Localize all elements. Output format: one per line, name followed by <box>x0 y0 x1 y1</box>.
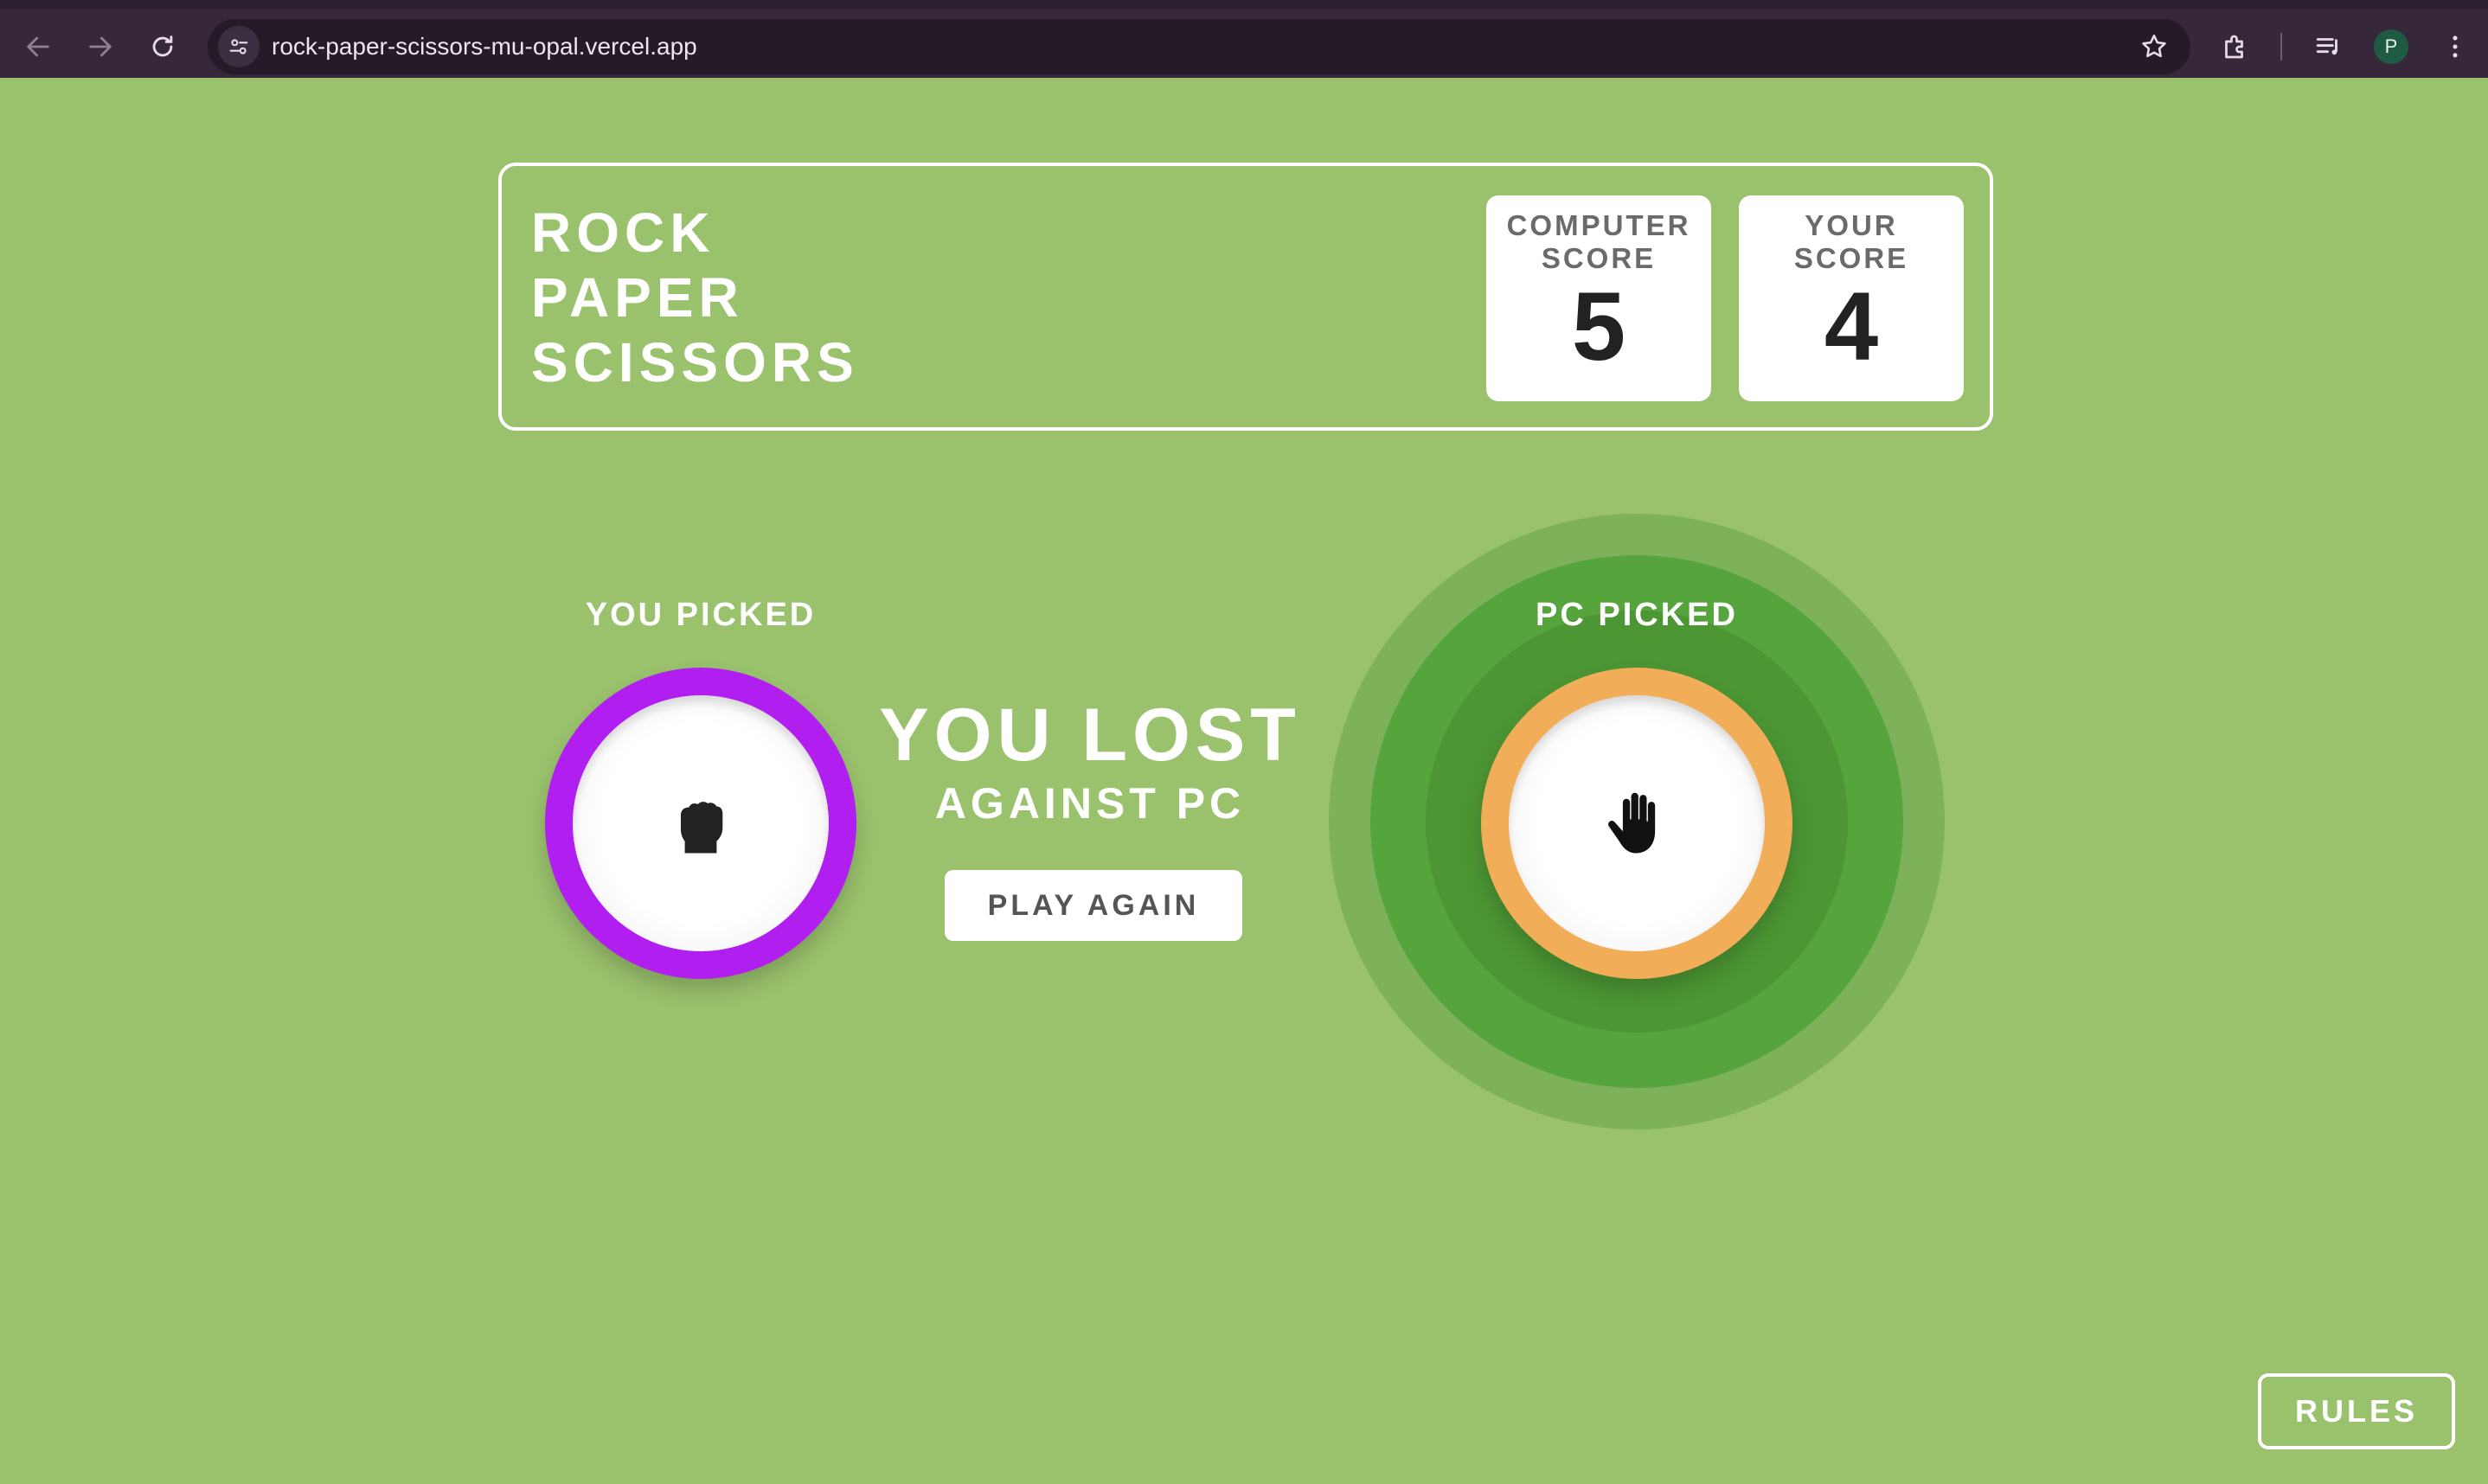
fist-icon <box>681 802 723 854</box>
reload-button[interactable] <box>140 24 185 69</box>
rules-button[interactable]: RULES <box>2258 1373 2455 1449</box>
your-score-value: 4 <box>1824 272 1879 381</box>
hand-icon <box>1608 792 1656 854</box>
forward-button[interactable] <box>78 24 123 69</box>
site-info-icon <box>229 39 248 54</box>
computer-score-value: 5 <box>1571 272 1626 381</box>
you-choice-token-rock <box>545 668 856 979</box>
title-line: PAPER <box>531 266 744 329</box>
media-control-button[interactable] <box>2310 28 2348 66</box>
your-score-box: YOUR SCORE 4 <box>1739 195 1964 401</box>
score-label-line: SCORE <box>1793 242 1909 274</box>
game-title: ROCK PAPER SCISSORS <box>531 201 859 395</box>
result-title: YOU LOST <box>879 694 1301 777</box>
extensions-button[interactable] <box>2216 28 2254 66</box>
score-label-line: SCORE <box>1541 242 1657 274</box>
title-line: SCISSORS <box>531 331 859 393</box>
result-subtitle: AGAINST PC <box>934 779 1246 828</box>
your-score-label: YOUR SCORE <box>1739 209 1964 275</box>
pc-choice-token-paper <box>1481 668 1792 979</box>
you-picked-label: YOU PICKED <box>585 597 817 633</box>
forward-icon <box>89 36 112 57</box>
pc-picked-label: PC PICKED <box>1536 597 1738 633</box>
menu-icon <box>2453 35 2458 58</box>
bookmark-star-icon <box>2142 34 2166 58</box>
you-choice-face <box>573 695 829 951</box>
profile-avatar[interactable]: P <box>2374 29 2408 64</box>
url-text[interactable]: rock-paper-scissors-mu-opal.vercel.app <box>272 19 697 74</box>
computer-score-label: COMPUTER SCORE <box>1486 209 1711 275</box>
pc-choice-face <box>1509 695 1765 951</box>
reload-icon <box>152 35 173 57</box>
bookmark-star-button[interactable] <box>2137 29 2171 64</box>
back-icon <box>27 36 49 57</box>
score-label-line: YOUR <box>1805 209 1898 241</box>
extensions-icon <box>2225 35 2243 59</box>
browser-toolbar: rock-paper-scissors-mu-opal.vercel.app P <box>0 0 2488 78</box>
score-label-line: COMPUTER <box>1506 209 1691 241</box>
score-header: ROCK PAPER SCISSORS COMPUTER SCORE 5 YOU… <box>498 163 1993 431</box>
computer-score-box: COMPUTER SCORE 5 <box>1486 195 1711 401</box>
media-control-icon <box>2316 38 2337 55</box>
play-again-button[interactable]: PLAY AGAIN <box>945 870 1242 941</box>
site-info-button[interactable] <box>218 26 260 67</box>
title-line: ROCK <box>531 201 715 264</box>
toolbar-separator <box>2280 33 2282 61</box>
menu-button[interactable] <box>2436 28 2474 66</box>
address-bar[interactable]: rock-paper-scissors-mu-opal.vercel.app <box>208 19 2190 74</box>
back-button[interactable] <box>16 24 61 69</box>
